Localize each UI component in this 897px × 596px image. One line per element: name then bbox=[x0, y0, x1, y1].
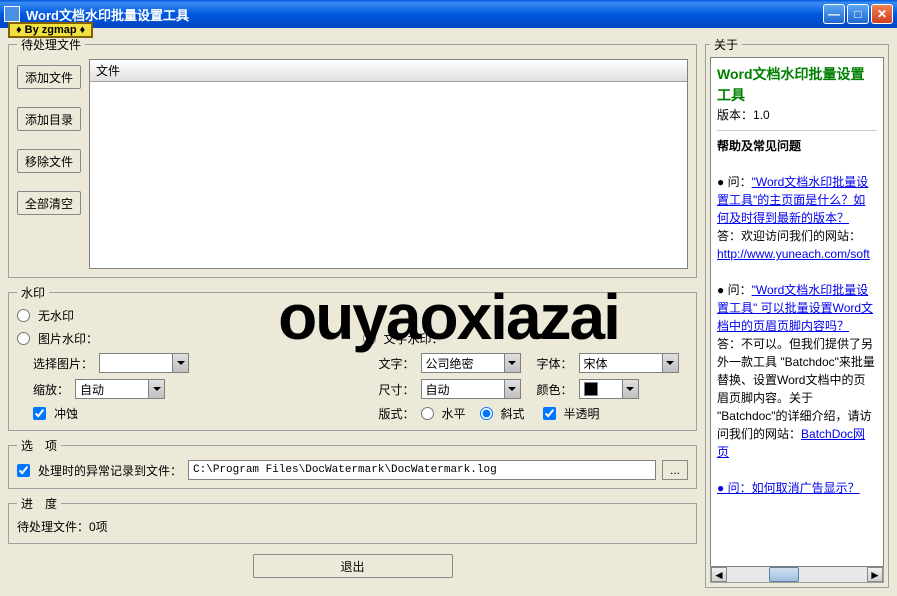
add-dir-button[interactable]: 添加目录 bbox=[17, 107, 81, 131]
pending-text: 待处理文件：0项 bbox=[17, 518, 688, 535]
semi-label: 半透明 bbox=[564, 405, 600, 422]
horiz-label: 水平 bbox=[442, 405, 466, 422]
log-label: 处理时的异常记录到文件： bbox=[38, 462, 182, 479]
options-legend: 选 项 bbox=[17, 437, 61, 454]
version-value: 1.0 bbox=[753, 108, 770, 122]
close-button[interactable]: ✕ bbox=[871, 4, 893, 24]
remove-file-button[interactable]: 移除文件 bbox=[17, 149, 81, 173]
no-watermark-label: 无水印 bbox=[38, 307, 74, 324]
maximize-button[interactable]: □ bbox=[847, 4, 869, 24]
diag-radio[interactable] bbox=[480, 407, 493, 420]
homepage-link[interactable]: http://www.yuneach.com/soft bbox=[717, 247, 870, 261]
text-label: 文字： bbox=[379, 355, 415, 372]
files-group: 待处理文件 添加文件 添加目录 移除文件 全部清空 文件 bbox=[8, 36, 697, 278]
about-title: Word文档水印批量设置工具 bbox=[717, 64, 877, 106]
faq-a2: 答：不可以。但我们提供了另外一款工具 "Batchdoc"来批量替换、设置Wor… bbox=[717, 337, 875, 441]
files-legend: 待处理文件 bbox=[17, 36, 85, 53]
chevron-down-icon bbox=[662, 354, 678, 372]
text-watermark-label: 文字水印： bbox=[384, 330, 444, 347]
scale-combo[interactable]: 自动 bbox=[75, 379, 165, 399]
log-check[interactable] bbox=[17, 464, 30, 477]
chevron-down-icon bbox=[504, 380, 520, 398]
size-combo[interactable]: 自动 bbox=[421, 379, 521, 399]
faq-a1: 答：欢迎访问我们的网站： bbox=[717, 227, 877, 245]
about-legend: 关于 bbox=[710, 36, 742, 53]
color-combo[interactable] bbox=[579, 379, 639, 399]
font-combo[interactable]: 宋体 bbox=[579, 353, 679, 373]
add-file-button[interactable]: 添加文件 bbox=[17, 65, 81, 89]
window-title: Word文档水印批量设置工具 bbox=[26, 5, 821, 24]
chevron-down-icon bbox=[622, 380, 638, 398]
text-watermark-radio[interactable] bbox=[363, 332, 376, 345]
log-path-input[interactable] bbox=[188, 460, 656, 480]
chevron-down-icon bbox=[504, 354, 520, 372]
version-label: 版本： bbox=[717, 108, 753, 122]
progress-legend: 进 度 bbox=[17, 495, 61, 512]
image-path-combo[interactable] bbox=[99, 353, 189, 373]
scale-label: 缩放： bbox=[33, 381, 69, 398]
layout-label: 版式： bbox=[379, 405, 415, 422]
size-label: 尺寸： bbox=[379, 381, 415, 398]
watermark-group: 水印 无水印 图片水印： 选择图片： 缩放： 自动 冲蚀 文字水印： 文字： 公司绝… bbox=[8, 284, 697, 431]
about-hscroll[interactable]: ◄ ► bbox=[710, 567, 884, 583]
about-content: Word文档水印批量设置工具 版本：1.0 帮助及常见问题 ● 问："Word文… bbox=[710, 57, 884, 567]
help-title: 帮助及常见问题 bbox=[717, 137, 877, 155]
chevron-down-icon bbox=[172, 354, 188, 372]
washout-label: 冲蚀 bbox=[54, 405, 78, 422]
app-icon bbox=[4, 6, 20, 22]
options-group: 选 项 处理时的异常记录到文件： ... bbox=[8, 437, 697, 489]
font-label: 字体： bbox=[537, 355, 573, 372]
image-watermark-radio[interactable] bbox=[17, 332, 30, 345]
image-watermark-label: 图片水印： bbox=[38, 330, 98, 347]
select-image-label: 选择图片： bbox=[33, 355, 93, 372]
title-bar: Word文档水印批量设置工具 — □ ✕ bbox=[0, 0, 897, 28]
about-group: 关于 Word文档水印批量设置工具 版本：1.0 帮助及常见问题 ● 问："Wo… bbox=[705, 36, 889, 588]
color-swatch bbox=[584, 382, 598, 396]
text-combo[interactable]: 公司绝密 bbox=[421, 353, 521, 373]
faq-q3[interactable]: ● 问：如何取消广告显示？ bbox=[717, 481, 860, 495]
semi-check[interactable] bbox=[543, 407, 556, 420]
scroll-left-icon[interactable]: ◄ bbox=[711, 567, 727, 582]
progress-group: 进 度 待处理文件：0项 bbox=[8, 495, 697, 544]
browse-button[interactable]: ... bbox=[662, 460, 688, 480]
watermark-legend: 水印 bbox=[17, 284, 49, 301]
file-list-header[interactable]: 文件 bbox=[90, 60, 687, 82]
horiz-radio[interactable] bbox=[421, 407, 434, 420]
washout-check[interactable] bbox=[33, 407, 46, 420]
exit-button[interactable]: 退出 bbox=[253, 554, 453, 578]
diag-label: 斜式 bbox=[501, 405, 525, 422]
no-watermark-radio[interactable] bbox=[17, 309, 30, 322]
minimize-button[interactable]: — bbox=[823, 4, 845, 24]
clear-all-button[interactable]: 全部清空 bbox=[17, 191, 81, 215]
chevron-down-icon bbox=[148, 380, 164, 398]
color-label: 颜色： bbox=[537, 381, 573, 398]
scroll-right-icon[interactable]: ► bbox=[867, 567, 883, 582]
file-list[interactable]: 文件 bbox=[89, 59, 688, 269]
scroll-thumb[interactable] bbox=[769, 567, 799, 582]
author-tag: ♦ By zgmap ♦ bbox=[8, 22, 93, 38]
